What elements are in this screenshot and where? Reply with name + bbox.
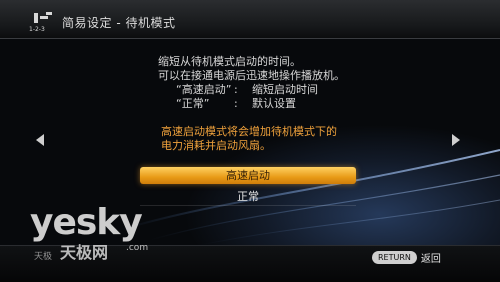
watermark-cn: 天极网 [60,243,109,262]
description-line: 可以在接通电源后迅速地操作播放机。 [158,69,345,82]
watermark-small: 天极 [34,252,53,262]
return-key-icon: RETURN [372,251,417,264]
mode-menu: 高速启动 正常 [140,167,356,210]
warning-text: 高速启动模式将会增加待机模式下的 电力消耗并启动风扇。 [161,125,371,153]
screen: 1-2-3 简易设定 - 待机模式 缩短从待机模式启动的时间。 可以在接通电源后… [0,0,500,282]
option-desc: 缩短启动时间 [252,83,318,96]
option-colon: : [234,97,238,110]
option-row: “正常” : 默认设置 [158,97,418,111]
watermark: yesky 天极网 .com 天极 [30,202,148,263]
return-button[interactable]: RETURN 返回 [372,250,441,265]
easy-setup-icon: 1-2-3 [29,12,52,33]
watermark-brand: yesky [30,202,143,243]
header-bar: 1-2-3 简易设定 - 待机模式 [0,0,500,39]
watermark-com: .com [126,243,149,253]
option-colon: : [234,83,238,96]
description-line: 缩短从待机模式启动的时间。 [158,55,301,68]
description: 缩短从待机模式启动的时间。 可以在接通电源后迅速地操作播放机。 “高速启动” :… [158,55,418,111]
menu-item-normal[interactable]: 正常 [140,188,356,206]
svg-text:1-2-3: 1-2-3 [29,26,45,33]
page-right-arrow-icon[interactable] [452,134,460,146]
page-left-arrow-icon[interactable] [36,134,44,146]
warning-line: 高速启动模式将会增加待机模式下的 [161,125,337,138]
option-name: “正常” [176,97,210,110]
option-desc: 默认设置 [252,97,296,110]
warning-line: 电力消耗并启动风扇。 [161,139,271,152]
return-label: 返回 [420,254,441,265]
breadcrumb: 简易设定 - 待机模式 [62,16,176,30]
option-name: “高速启动” [176,83,232,96]
option-row: “高速启动” : 缩短启动时间 [158,83,418,97]
menu-item-fast-start[interactable]: 高速启动 [140,167,356,184]
